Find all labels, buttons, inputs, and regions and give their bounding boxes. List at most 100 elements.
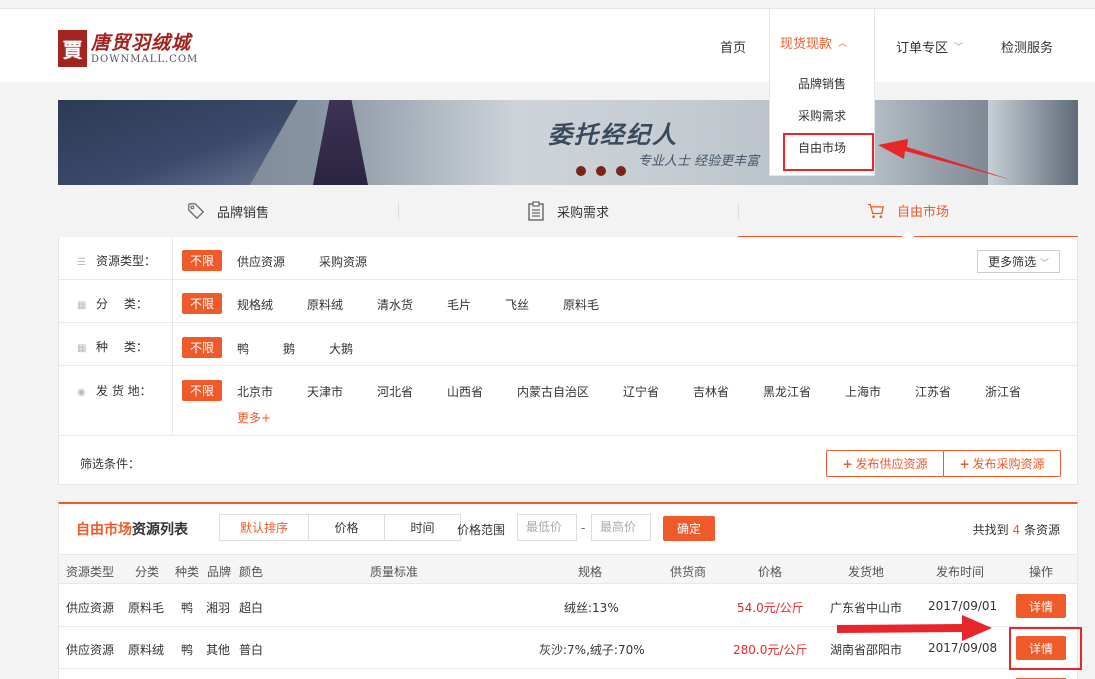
- detail-button[interactable]: 详情: [1016, 594, 1066, 618]
- chevron-down-icon: ﹀: [954, 42, 964, 53]
- logo-subtitle: DOWNMALL.COM: [91, 53, 199, 65]
- nav-home[interactable]: 首页: [720, 9, 746, 83]
- max-price-input[interactable]: 最高价: [591, 514, 651, 541]
- annotation-highlight-box: [783, 133, 874, 171]
- filter-option[interactable]: 原料绒: [307, 296, 343, 313]
- filter-option[interactable]: 江苏省: [915, 383, 951, 400]
- clipboard-icon: [527, 201, 545, 221]
- filter-option[interactable]: 规格绒: [237, 296, 273, 313]
- carousel-dot[interactable]: [596, 166, 606, 176]
- plus-icon: +: [842, 456, 853, 471]
- nav-order-zone[interactable]: 订单专区 ﹀: [896, 9, 963, 83]
- column-header: 质量标准: [370, 565, 419, 579]
- sort-price-button[interactable]: 价格: [308, 515, 384, 540]
- list-title: 自由市场资源列表: [76, 522, 188, 538]
- filter-option[interactable]: 浙江省: [985, 383, 1021, 400]
- sort-bar: 默认排序 价格 时间: [219, 514, 461, 541]
- filter-option[interactable]: 飞丝: [505, 296, 529, 313]
- grid-icon: ▦: [77, 343, 87, 354]
- more-origins-link[interactable]: 更多+: [237, 409, 271, 426]
- table-row: 供应资源 原料绒 鸭 其他 普白 灰沙:7%,绒子:70% 280.0元/公斤 …: [59, 627, 1077, 669]
- min-price-input[interactable]: 最低价: [517, 514, 577, 541]
- filter-option-all[interactable]: 不限: [182, 250, 223, 271]
- tag-icon: [187, 202, 205, 220]
- column-header: 分类: [135, 565, 160, 579]
- filter-conditions-label: 筛选条件：: [80, 457, 141, 471]
- column-header: 规格: [578, 565, 603, 579]
- filter-option[interactable]: 毛片: [447, 296, 471, 313]
- filter-option[interactable]: 黑龙江省: [763, 383, 811, 400]
- filter-option[interactable]: 大鹅: [329, 340, 353, 357]
- filter-option[interactable]: 清水货: [377, 296, 413, 313]
- column-header: 种类: [175, 565, 200, 579]
- filter-option[interactable]: 吉林省: [693, 383, 729, 400]
- filter-option[interactable]: 辽宁省: [623, 383, 659, 400]
- table-header: 资源类型 分类 种类 品牌 颜色 质量标准 规格 供货商 价格 发货地 发布时间…: [59, 554, 1077, 584]
- publish-supply-button[interactable]: + 发布供应资源: [826, 450, 944, 477]
- market-tabs: 品牌销售 采购需求 自由市场: [58, 185, 1078, 237]
- filter-option[interactable]: 天津市: [307, 383, 343, 400]
- table-row: 供应资源 原料毛 鸭 湘羽 超白 绒丝:13% 54.0元/公斤 广东省中山市 …: [59, 585, 1077, 627]
- grid-icon: ▦: [77, 300, 87, 311]
- filter-option[interactable]: 内蒙古自治区: [517, 383, 589, 400]
- table-row: [59, 670, 1077, 679]
- banner-title: 委托经纪人: [548, 120, 678, 149]
- result-count: 共找到 4 条资源: [972, 523, 1060, 537]
- filter-option[interactable]: 北京市: [237, 383, 273, 400]
- more-filter-dropdown[interactable]: 更多筛选 ﹀: [977, 250, 1060, 273]
- filter-panel: ☰ 资源类型： 不限 供应资源 采购资源 更多筛选 ﹀ ▦ 分 类： 不限 规格绒 …: [58, 237, 1078, 485]
- site-logo[interactable]: 賈 唐贸羽绒城 DOWNMALL.COM: [58, 30, 198, 67]
- column-header: 价格: [758, 565, 783, 579]
- carousel-dots: [576, 166, 626, 176]
- logo-seal-icon: 賈: [58, 30, 87, 67]
- filter-row-resource-type: ☰ 资源类型： 不限 供应资源 采购资源 更多筛选 ﹀: [59, 237, 1077, 280]
- banner-subtitle: 专业人士 经验更丰富: [638, 154, 760, 169]
- publish-purchase-button[interactable]: + 发布采购资源: [943, 450, 1061, 477]
- filter-row-origin: ◉ 发 货 地： 不限 北京市 天津市 河北省 山西省 内蒙古自治区 辽宁省 吉林…: [59, 366, 1077, 436]
- tab-purchase-demand[interactable]: 采购需求: [398, 185, 738, 237]
- nav-spot-goods[interactable]: 现货现款 ︿: [769, 8, 875, 75]
- filter-option[interactable]: 鹅: [283, 340, 295, 357]
- column-header: 资源类型: [66, 565, 115, 579]
- nav-testing-service[interactable]: 检测服务: [1001, 9, 1053, 83]
- filter-option[interactable]: 山西省: [447, 383, 483, 400]
- carousel-dot[interactable]: [616, 166, 626, 176]
- top-header: 賈 唐贸羽绒城 DOWNMALL.COM 首页 现货现款 ︿ 订单专区 ﹀ 检测服务: [0, 8, 1095, 82]
- chevron-up-icon: ︿: [838, 38, 848, 49]
- filter-option-all[interactable]: 不限: [182, 380, 223, 401]
- sort-default-button[interactable]: 默认排序: [220, 515, 308, 540]
- resource-list: 自由市场资源列表 默认排序 价格 时间 价格范围 最低价 - 最高价 确定 共找…: [58, 502, 1078, 679]
- chevron-down-icon: ﹀: [1039, 259, 1049, 269]
- filter-option[interactable]: 上海市: [845, 383, 881, 400]
- filter-option[interactable]: 采购资源: [319, 253, 367, 270]
- column-header: 供货商: [670, 565, 707, 579]
- carousel-dot[interactable]: [576, 166, 586, 176]
- plus-icon: +: [959, 456, 970, 471]
- cart-icon: [867, 202, 885, 220]
- dropdown-item-brand-sales[interactable]: 品牌销售: [798, 75, 846, 92]
- filter-row-category: ▦ 分 类： 不限 规格绒 原料绒 清水货 毛片 飞丝 原料毛: [59, 280, 1077, 323]
- column-header: 颜色: [239, 565, 264, 579]
- column-header: 发布时间: [936, 565, 985, 579]
- filter-option[interactable]: 鸭: [237, 340, 249, 357]
- filter-option[interactable]: 河北省: [377, 383, 413, 400]
- promo-banner[interactable]: 委托经纪人 专业人士 经验更丰富: [58, 100, 1078, 185]
- filter-row-species: ▦ 种 类： 不限 鸭 鹅 大鹅: [59, 323, 1077, 366]
- logo-title: 唐贸羽绒城: [91, 31, 192, 54]
- price-confirm-button[interactable]: 确定: [663, 516, 715, 541]
- list-icon: ☰: [77, 257, 86, 268]
- column-header: 发货地: [848, 565, 885, 579]
- price-range-label: 价格范围: [457, 523, 506, 537]
- dropdown-item-purchase-demand[interactable]: 采购需求: [798, 107, 846, 124]
- column-header: 操作: [1029, 565, 1054, 579]
- filter-option[interactable]: 供应资源: [237, 253, 285, 270]
- tab-free-market[interactable]: 自由市场: [738, 185, 1078, 237]
- sort-time-button[interactable]: 时间: [384, 515, 460, 540]
- tab-brand-sales[interactable]: 品牌销售: [58, 185, 398, 237]
- column-header: 品牌: [207, 565, 232, 579]
- filter-option-all[interactable]: 不限: [182, 337, 223, 358]
- filter-option-all[interactable]: 不限: [182, 293, 223, 314]
- annotation-highlight-box: [1009, 627, 1082, 670]
- filter-option[interactable]: 原料毛: [563, 296, 599, 313]
- location-pin-icon: ◉: [77, 387, 86, 398]
